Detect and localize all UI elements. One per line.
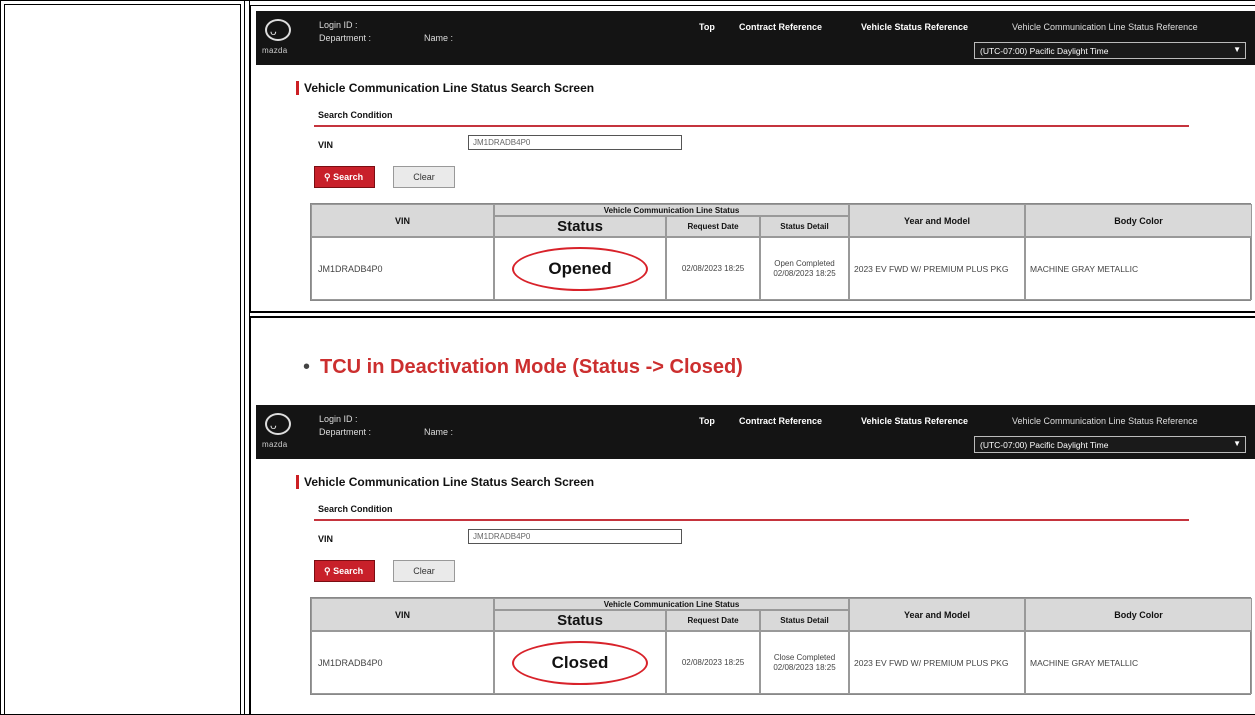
header-year-and-model: Year and Model <box>849 598 1025 631</box>
cell-year-and-model: 2023 EV FWD W/ PREMIUM PLUS PKG <box>849 631 1025 694</box>
search-button[interactable]: ⚲ Search <box>314 166 375 188</box>
header-year-and-model: Year and Model <box>849 204 1025 237</box>
header-vin: VIN <box>311 204 494 237</box>
screenshot-closed: ᴗ mazda Login ID : Department : Name : T… <box>256 405 1255 705</box>
dropdown-arrow-icon: ▼ <box>1233 45 1241 54</box>
nav-top[interactable]: Top <box>699 22 715 32</box>
bullet-icon: • <box>303 356 311 378</box>
search-button-label: Search <box>333 566 364 576</box>
results-table: VIN Vehicle Communication Line Status St… <box>310 597 1252 695</box>
left-column-cell <box>4 4 241 715</box>
nav-vehicle-status-reference[interactable]: Vehicle Status Reference <box>861 416 968 426</box>
header-request-date: Request Date <box>666 610 760 631</box>
login-id-label: Login ID : <box>319 20 358 30</box>
timezone-value: (UTC-07:00) Pacific Daylight Time <box>980 46 1109 56</box>
clear-button[interactable]: Clear <box>393 560 455 582</box>
search-condition-label: Search Condition <box>318 504 393 514</box>
screen-title: Vehicle Communication Line Status Search… <box>296 81 594 95</box>
nav-vehicle-communication-line-status-reference[interactable]: Vehicle Communication Line Status Refere… <box>1012 416 1198 426</box>
vin-label: VIN <box>318 534 334 544</box>
content-cell-top: ᴗ mazda Login ID : Department : Name : T… <box>250 5 1255 312</box>
clear-button[interactable]: Clear <box>393 166 455 188</box>
cell-request-date: 02/08/2023 18:25 <box>666 237 760 300</box>
app-header: ᴗ mazda Login ID : Department : Name : T… <box>256 11 1255 65</box>
search-button-label: Search <box>333 172 364 182</box>
login-id-label: Login ID : <box>319 414 358 424</box>
content-cell-bottom: • TCU in Deactivation Mode (Status -> Clo… <box>250 317 1255 715</box>
nav-vehicle-status-reference[interactable]: Vehicle Status Reference <box>861 22 968 32</box>
header-vehicle-communication-line-status: Vehicle Communication Line Status <box>494 204 849 216</box>
logo-ring-icon <box>265 19 291 41</box>
vin-input[interactable]: JM1DRADB4P0 <box>468 135 682 150</box>
name-label: Name : <box>424 427 454 437</box>
vin-input[interactable]: JM1DRADB4P0 <box>468 529 682 544</box>
search-icon: ⚲ <box>324 172 331 182</box>
status-highlight-oval: Opened <box>512 246 648 291</box>
name-label: Name : <box>424 33 454 43</box>
nav-top[interactable]: Top <box>699 416 715 426</box>
search-button[interactable]: ⚲ Search <box>314 560 375 582</box>
screen-title: Vehicle Communication Line Status Search… <box>296 475 594 489</box>
mazda-logo: ᴗ mazda <box>262 413 296 453</box>
cell-status-detail: Open Completed 02/08/2023 18:25 <box>760 237 849 300</box>
cell-year-and-model: 2023 EV FWD W/ PREMIUM PLUS PKG <box>849 237 1025 300</box>
cell-status-detail: Close Completed 02/08/2023 18:25 <box>760 631 849 694</box>
dropdown-arrow-icon: ▼ <box>1233 439 1241 448</box>
section-heading: • TCU in Deactivation Mode (Status -> Clo… <box>303 356 743 379</box>
header-vin: VIN <box>311 598 494 631</box>
header-body-color: Body Color <box>1025 598 1252 631</box>
header-vehicle-communication-line-status: Vehicle Communication Line Status <box>494 598 849 610</box>
header-status-detail: Status Detail <box>760 216 849 237</box>
logo-wing-icon: ᴗ <box>270 24 277 38</box>
cell-body-color: MACHINE GRAY METALLIC <box>1025 237 1252 300</box>
search-condition-label: Search Condition <box>318 110 393 120</box>
app-header: ᴗ mazda Login ID : Department : Name : T… <box>256 405 1255 459</box>
logo-ring-icon <box>265 413 291 435</box>
cell-vin: JM1DRADB4P0 <box>311 237 494 300</box>
nav-vehicle-communication-line-status-reference[interactable]: Vehicle Communication Line Status Refere… <box>1012 22 1198 32</box>
mazda-logo: ᴗ mazda <box>262 19 296 59</box>
timezone-select[interactable]: (UTC-07:00) Pacific Daylight Time ▼ <box>974 436 1246 453</box>
nav-contract-reference[interactable]: Contract Reference <box>739 22 822 32</box>
timezone-value: (UTC-07:00) Pacific Daylight Time <box>980 440 1109 450</box>
department-label: Department : <box>319 427 372 437</box>
header-status-detail: Status Detail <box>760 610 849 631</box>
department-label: Department : <box>319 33 372 43</box>
screenshot-opened: ᴗ mazda Login ID : Department : Name : T… <box>256 11 1255 311</box>
logo-wing-icon: ᴗ <box>270 418 277 432</box>
header-request-date: Request Date <box>666 216 760 237</box>
nav-contract-reference[interactable]: Contract Reference <box>739 416 822 426</box>
search-condition-divider <box>314 125 1189 127</box>
search-icon: ⚲ <box>324 566 331 576</box>
results-table: VIN Vehicle Communication Line Status St… <box>310 203 1252 301</box>
cell-request-date: 02/08/2023 18:25 <box>666 631 760 694</box>
header-body-color: Body Color <box>1025 204 1252 237</box>
timezone-select[interactable]: (UTC-07:00) Pacific Daylight Time ▼ <box>974 42 1246 59</box>
search-condition-divider <box>314 519 1189 521</box>
cell-status: Opened <box>494 237 666 300</box>
header-status: Status <box>494 216 666 237</box>
vin-label: VIN <box>318 140 334 150</box>
cell-status: Closed <box>494 631 666 694</box>
logo-text: mazda <box>262 46 288 55</box>
cell-body-color: MACHINE GRAY METALLIC <box>1025 631 1252 694</box>
status-highlight-oval: Closed <box>512 640 648 685</box>
cell-vin: JM1DRADB4P0 <box>311 631 494 694</box>
section-heading-text: TCU in Deactivation Mode (Status -> Clos… <box>320 356 743 378</box>
header-status: Status <box>494 610 666 631</box>
logo-text: mazda <box>262 440 288 449</box>
